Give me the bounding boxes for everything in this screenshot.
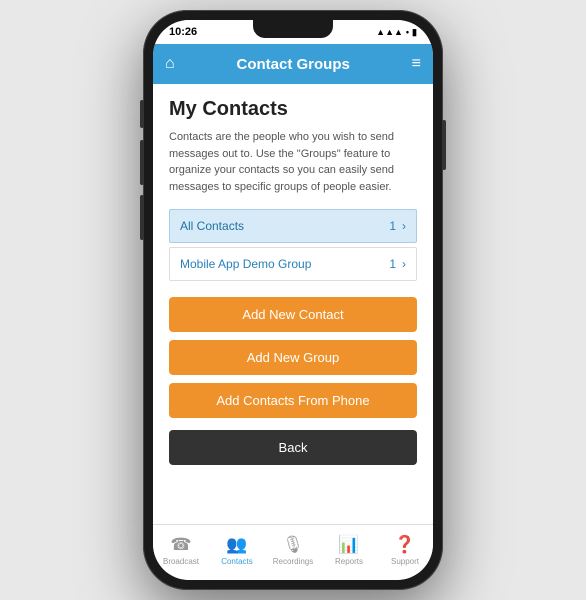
tab-broadcast[interactable]: ☎ Broadcast (153, 535, 209, 566)
demo-group-right: 1 › (389, 257, 406, 271)
tab-support[interactable]: ❓ Support (377, 535, 433, 566)
wifi-icon: • (406, 27, 409, 37)
home-icon[interactable]: ⌂ (165, 55, 175, 73)
nav-header: ⌂ Contact Groups ≡ (153, 44, 433, 84)
nav-title: Contact Groups (236, 56, 349, 73)
support-icon: ❓ (394, 535, 415, 555)
main-content: My Contacts Contacts are the people who … (153, 84, 433, 524)
phone-screen: 10:26 ▲▲▲ • ▮ ⌂ Contact Groups ≡ My Cont… (153, 20, 433, 580)
tab-bar: ☎ Broadcast 👥 Contacts 🎙 Recordings 📊 Re… (153, 524, 433, 580)
broadcast-label: Broadcast (163, 557, 199, 566)
contacts-icon: 👥 (226, 535, 247, 555)
silent-switch (140, 100, 144, 128)
phone-notch (253, 20, 333, 38)
reports-icon: 📊 (338, 535, 359, 555)
contact-item-demo-group[interactable]: Mobile App Demo Group 1 › (169, 247, 417, 281)
battery-icon: ▮ (412, 27, 417, 38)
demo-group-count: 1 (389, 257, 396, 271)
recordings-icon: 🎙 (282, 535, 304, 555)
all-contacts-label: All Contacts (180, 219, 244, 233)
all-contacts-right: 1 › (389, 219, 406, 233)
status-icons: ▲▲▲ • ▮ (376, 27, 417, 38)
volume-up-button (140, 140, 144, 185)
support-label: Support (391, 557, 419, 566)
power-button (442, 120, 446, 170)
tab-recordings[interactable]: 🎙 Recordings (265, 535, 321, 566)
chevron-right-icon: › (402, 219, 406, 233)
chevron-right-icon-2: › (402, 257, 406, 271)
contact-list: All Contacts 1 › Mobile App Demo Group 1… (169, 209, 417, 281)
broadcast-icon: ☎ (170, 535, 191, 555)
back-button[interactable]: Back (169, 430, 417, 465)
signal-icon: ▲▲▲ (376, 27, 403, 37)
contact-item-all[interactable]: All Contacts 1 › (169, 209, 417, 243)
recordings-label: Recordings (273, 557, 313, 566)
reports-label: Reports (335, 557, 363, 566)
menu-icon[interactable]: ≡ (412, 55, 421, 73)
tab-contacts[interactable]: 👥 Contacts (209, 535, 265, 566)
add-new-contact-button[interactable]: Add New Contact (169, 297, 417, 332)
demo-group-label: Mobile App Demo Group (180, 257, 311, 271)
volume-down-button (140, 195, 144, 240)
status-time: 10:26 (169, 26, 197, 38)
contacts-label: Contacts (221, 557, 253, 566)
add-new-group-button[interactable]: Add New Group (169, 340, 417, 375)
phone-frame: 10:26 ▲▲▲ • ▮ ⌂ Contact Groups ≡ My Cont… (143, 10, 443, 590)
tab-reports[interactable]: 📊 Reports (321, 535, 377, 566)
page-title: My Contacts (169, 98, 417, 121)
description-text: Contacts are the people who you wish to … (169, 129, 417, 195)
add-contacts-from-phone-button[interactable]: Add Contacts From Phone (169, 383, 417, 418)
all-contacts-count: 1 (389, 219, 396, 233)
